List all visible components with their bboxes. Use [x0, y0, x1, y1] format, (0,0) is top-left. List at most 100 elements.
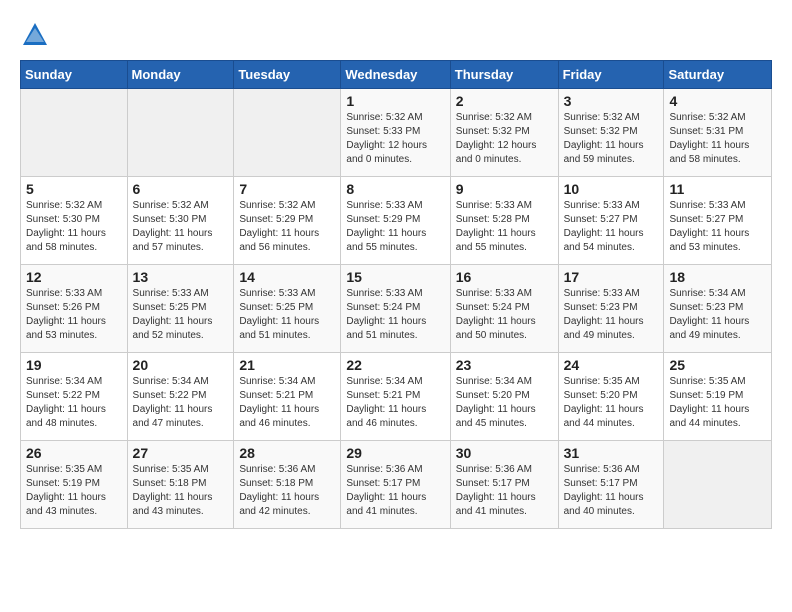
day-number: 27 — [133, 445, 229, 461]
day-cell: 8 Sunrise: 5:33 AMSunset: 5:29 PMDayligh… — [341, 177, 450, 265]
calendar-body: 1 Sunrise: 5:32 AMSunset: 5:33 PMDayligh… — [21, 89, 772, 529]
day-cell: 6 Sunrise: 5:32 AMSunset: 5:30 PMDayligh… — [127, 177, 234, 265]
day-number: 21 — [239, 357, 335, 373]
day-cell: 10 Sunrise: 5:33 AMSunset: 5:27 PMDaylig… — [558, 177, 664, 265]
day-cell: 1 Sunrise: 5:32 AMSunset: 5:33 PMDayligh… — [341, 89, 450, 177]
logo-icon — [20, 20, 50, 50]
day-info: Sunrise: 5:36 AMSunset: 5:18 PMDaylight:… — [239, 463, 335, 519]
header — [20, 20, 772, 50]
day-cell: 15 Sunrise: 5:33 AMSunset: 5:24 PMDaylig… — [341, 265, 450, 353]
day-cell: 29 Sunrise: 5:36 AMSunset: 5:17 PMDaylig… — [341, 441, 450, 529]
week-row-0: 1 Sunrise: 5:32 AMSunset: 5:33 PMDayligh… — [21, 89, 772, 177]
day-cell: 9 Sunrise: 5:33 AMSunset: 5:28 PMDayligh… — [450, 177, 558, 265]
day-info: Sunrise: 5:32 AMSunset: 5:32 PMDaylight:… — [456, 111, 553, 167]
day-cell: 19 Sunrise: 5:34 AMSunset: 5:22 PMDaylig… — [21, 353, 128, 441]
day-info: Sunrise: 5:32 AMSunset: 5:29 PMDaylight:… — [239, 199, 335, 255]
day-cell: 20 Sunrise: 5:34 AMSunset: 5:22 PMDaylig… — [127, 353, 234, 441]
day-cell: 11 Sunrise: 5:33 AMSunset: 5:27 PMDaylig… — [664, 177, 772, 265]
weekday-header-row: SundayMondayTuesdayWednesdayThursdayFrid… — [21, 61, 772, 89]
day-number: 23 — [456, 357, 553, 373]
day-info: Sunrise: 5:34 AMSunset: 5:22 PMDaylight:… — [26, 375, 122, 431]
day-number: 7 — [239, 181, 335, 197]
day-cell: 16 Sunrise: 5:33 AMSunset: 5:24 PMDaylig… — [450, 265, 558, 353]
weekday-header-saturday: Saturday — [664, 61, 772, 89]
week-row-1: 5 Sunrise: 5:32 AMSunset: 5:30 PMDayligh… — [21, 177, 772, 265]
day-cell: 17 Sunrise: 5:33 AMSunset: 5:23 PMDaylig… — [558, 265, 664, 353]
day-number: 6 — [133, 181, 229, 197]
day-number: 10 — [564, 181, 659, 197]
day-info: Sunrise: 5:32 AMSunset: 5:30 PMDaylight:… — [133, 199, 229, 255]
week-row-2: 12 Sunrise: 5:33 AMSunset: 5:26 PMDaylig… — [21, 265, 772, 353]
day-cell: 4 Sunrise: 5:32 AMSunset: 5:31 PMDayligh… — [664, 89, 772, 177]
day-number: 2 — [456, 93, 553, 109]
day-number: 24 — [564, 357, 659, 373]
day-number: 5 — [26, 181, 122, 197]
week-row-3: 19 Sunrise: 5:34 AMSunset: 5:22 PMDaylig… — [21, 353, 772, 441]
weekday-header-wednesday: Wednesday — [341, 61, 450, 89]
day-cell: 12 Sunrise: 5:33 AMSunset: 5:26 PMDaylig… — [21, 265, 128, 353]
day-cell: 13 Sunrise: 5:33 AMSunset: 5:25 PMDaylig… — [127, 265, 234, 353]
day-info: Sunrise: 5:33 AMSunset: 5:27 PMDaylight:… — [564, 199, 659, 255]
day-number: 17 — [564, 269, 659, 285]
day-info: Sunrise: 5:34 AMSunset: 5:20 PMDaylight:… — [456, 375, 553, 431]
day-info: Sunrise: 5:33 AMSunset: 5:29 PMDaylight:… — [346, 199, 444, 255]
logo — [20, 20, 54, 50]
day-number: 22 — [346, 357, 444, 373]
day-info: Sunrise: 5:33 AMSunset: 5:26 PMDaylight:… — [26, 287, 122, 343]
day-info: Sunrise: 5:35 AMSunset: 5:19 PMDaylight:… — [669, 375, 766, 431]
day-info: Sunrise: 5:36 AMSunset: 5:17 PMDaylight:… — [346, 463, 444, 519]
day-info: Sunrise: 5:32 AMSunset: 5:30 PMDaylight:… — [26, 199, 122, 255]
day-number: 31 — [564, 445, 659, 461]
day-info: Sunrise: 5:32 AMSunset: 5:33 PMDaylight:… — [346, 111, 444, 167]
day-cell — [234, 89, 341, 177]
day-cell: 14 Sunrise: 5:33 AMSunset: 5:25 PMDaylig… — [234, 265, 341, 353]
weekday-header-tuesday: Tuesday — [234, 61, 341, 89]
day-info: Sunrise: 5:33 AMSunset: 5:25 PMDaylight:… — [133, 287, 229, 343]
day-info: Sunrise: 5:32 AMSunset: 5:32 PMDaylight:… — [564, 111, 659, 167]
day-number: 26 — [26, 445, 122, 461]
day-cell: 5 Sunrise: 5:32 AMSunset: 5:30 PMDayligh… — [21, 177, 128, 265]
day-cell: 28 Sunrise: 5:36 AMSunset: 5:18 PMDaylig… — [234, 441, 341, 529]
day-number: 3 — [564, 93, 659, 109]
day-info: Sunrise: 5:33 AMSunset: 5:24 PMDaylight:… — [346, 287, 444, 343]
calendar-container: SundayMondayTuesdayWednesdayThursdayFrid… — [0, 0, 792, 612]
day-cell: 24 Sunrise: 5:35 AMSunset: 5:20 PMDaylig… — [558, 353, 664, 441]
day-info: Sunrise: 5:34 AMSunset: 5:23 PMDaylight:… — [669, 287, 766, 343]
day-cell: 7 Sunrise: 5:32 AMSunset: 5:29 PMDayligh… — [234, 177, 341, 265]
day-info: Sunrise: 5:33 AMSunset: 5:27 PMDaylight:… — [669, 199, 766, 255]
day-number: 18 — [669, 269, 766, 285]
day-cell: 26 Sunrise: 5:35 AMSunset: 5:19 PMDaylig… — [21, 441, 128, 529]
day-cell: 21 Sunrise: 5:34 AMSunset: 5:21 PMDaylig… — [234, 353, 341, 441]
day-number: 28 — [239, 445, 335, 461]
day-number: 4 — [669, 93, 766, 109]
day-cell: 2 Sunrise: 5:32 AMSunset: 5:32 PMDayligh… — [450, 89, 558, 177]
day-cell: 25 Sunrise: 5:35 AMSunset: 5:19 PMDaylig… — [664, 353, 772, 441]
weekday-header-monday: Monday — [127, 61, 234, 89]
day-number: 19 — [26, 357, 122, 373]
calendar-table: SundayMondayTuesdayWednesdayThursdayFrid… — [20, 60, 772, 529]
day-cell: 27 Sunrise: 5:35 AMSunset: 5:18 PMDaylig… — [127, 441, 234, 529]
day-info: Sunrise: 5:34 AMSunset: 5:21 PMDaylight:… — [239, 375, 335, 431]
week-row-4: 26 Sunrise: 5:35 AMSunset: 5:19 PMDaylig… — [21, 441, 772, 529]
day-info: Sunrise: 5:35 AMSunset: 5:18 PMDaylight:… — [133, 463, 229, 519]
day-number: 9 — [456, 181, 553, 197]
day-number: 15 — [346, 269, 444, 285]
weekday-header-sunday: Sunday — [21, 61, 128, 89]
weekday-header-friday: Friday — [558, 61, 664, 89]
weekday-header-thursday: Thursday — [450, 61, 558, 89]
day-info: Sunrise: 5:35 AMSunset: 5:19 PMDaylight:… — [26, 463, 122, 519]
day-number: 30 — [456, 445, 553, 461]
day-cell: 22 Sunrise: 5:34 AMSunset: 5:21 PMDaylig… — [341, 353, 450, 441]
day-number: 8 — [346, 181, 444, 197]
day-number: 13 — [133, 269, 229, 285]
day-cell — [664, 441, 772, 529]
day-cell — [21, 89, 128, 177]
day-info: Sunrise: 5:32 AMSunset: 5:31 PMDaylight:… — [669, 111, 766, 167]
day-info: Sunrise: 5:33 AMSunset: 5:24 PMDaylight:… — [456, 287, 553, 343]
day-number: 29 — [346, 445, 444, 461]
day-info: Sunrise: 5:33 AMSunset: 5:23 PMDaylight:… — [564, 287, 659, 343]
day-number: 12 — [26, 269, 122, 285]
day-info: Sunrise: 5:33 AMSunset: 5:25 PMDaylight:… — [239, 287, 335, 343]
day-cell: 30 Sunrise: 5:36 AMSunset: 5:17 PMDaylig… — [450, 441, 558, 529]
day-cell: 18 Sunrise: 5:34 AMSunset: 5:23 PMDaylig… — [664, 265, 772, 353]
